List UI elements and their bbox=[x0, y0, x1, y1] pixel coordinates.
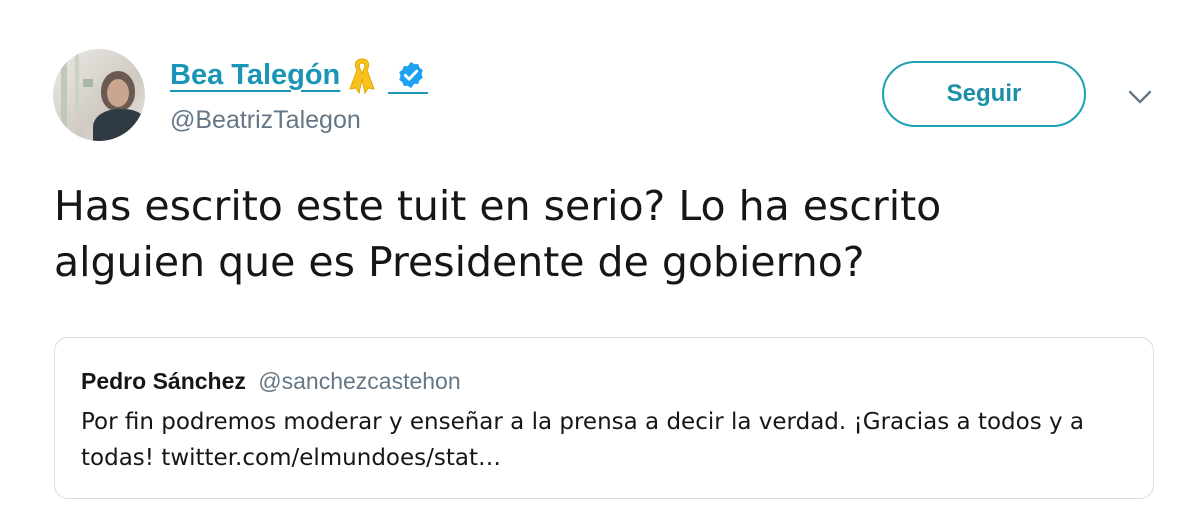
quoted-tweet-line-2: todas! twitter.com/elmundoes/stat… bbox=[81, 445, 501, 471]
tweet-text-line-1: Has escrito este tuit en serio? Lo ha es… bbox=[54, 182, 942, 230]
verified-badge-icon bbox=[399, 61, 424, 89]
author-display-name[interactable]: Bea Talegón bbox=[170, 59, 340, 92]
quoted-tweet-author-name: Pedro Sánchez bbox=[81, 368, 246, 394]
quoted-tweet-card[interactable]: Pedro Sánchez @sanchezcastehon Por fin p… bbox=[54, 337, 1154, 499]
yellow-ribbon-icon bbox=[349, 58, 376, 95]
tweet-text-line-2: alguien que es Presidente de gobierno? bbox=[54, 238, 865, 286]
quoted-tweet-line-1: Por fin podremos moderar y enseñar a la … bbox=[81, 409, 1085, 435]
quoted-tweet-author-handle: @sanchezcastehon bbox=[258, 368, 461, 394]
tweet-text: Has escrito este tuit en serio? Lo ha es… bbox=[54, 178, 1164, 290]
author-handle[interactable]: @BeatrizTalegon bbox=[170, 106, 361, 135]
chevron-down-icon[interactable] bbox=[1126, 88, 1154, 106]
quoted-tweet-header: Pedro Sánchez @sanchezcastehon bbox=[81, 368, 461, 395]
quoted-tweet-text: Por fin podremos moderar y enseñar a la … bbox=[81, 404, 1141, 476]
follow-button[interactable]: Seguir bbox=[882, 61, 1086, 127]
avatar[interactable] bbox=[53, 49, 145, 141]
name-underline bbox=[388, 92, 428, 94]
author-name-row: Bea Talegón bbox=[170, 54, 426, 96]
